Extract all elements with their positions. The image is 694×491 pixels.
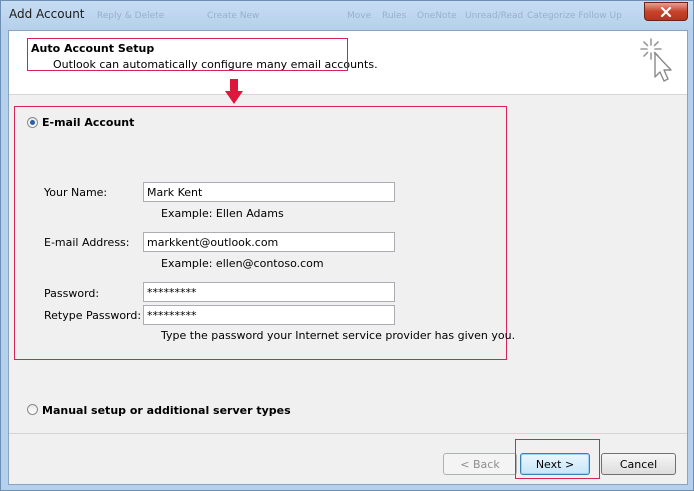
add-account-window: Reply & Delete Create New Move Rules One… (0, 0, 694, 491)
background-ribbon: Reply & Delete Create New Move Rules One… (97, 3, 657, 27)
next-button-highlight-box (515, 439, 600, 479)
your-name-input[interactable] (143, 182, 395, 202)
manual-setup-radio[interactable] (27, 404, 38, 415)
email-account-label[interactable]: E-mail Account (42, 116, 134, 129)
header-highlight-box (27, 38, 348, 71)
ribbon-move: Move (347, 11, 372, 21)
ribbon-categorize: Categorize Follow Up (527, 11, 622, 21)
cursor-sparkle-icon (640, 38, 672, 82)
ribbon-unread-read: Unread/Read (465, 11, 524, 21)
close-button[interactable] (644, 2, 688, 21)
dialog-body: Auto Account Setup Outlook can automatic… (8, 30, 688, 485)
title-bar[interactable]: Reply & Delete Create New Move Rules One… (1, 1, 693, 31)
ribbon-create-new: Create New (207, 11, 260, 21)
ribbon-rules: Rules (382, 11, 407, 21)
ribbon-reply-delete: Reply & Delete (97, 11, 165, 21)
password-hint: Type the password your Internet service … (161, 329, 516, 342)
password-input[interactable] (143, 282, 395, 302)
radio-selected-dot (30, 120, 35, 125)
close-icon (660, 6, 672, 17)
arrow-down-icon (225, 79, 243, 104)
retype-password-label: Retype Password: (44, 309, 142, 322)
email-account-radio[interactable] (27, 117, 38, 128)
email-address-label: E-mail Address: (44, 236, 130, 249)
your-name-label: Your Name: (44, 186, 108, 199)
retype-password-input[interactable] (143, 305, 395, 325)
your-name-example: Example: Ellen Adams (161, 207, 284, 220)
email-address-example: Example: ellen@contoso.com (161, 257, 324, 270)
password-label: Password: (44, 287, 100, 300)
cancel-button[interactable]: Cancel (601, 453, 676, 475)
header-panel: Auto Account Setup Outlook can automatic… (9, 31, 687, 95)
footer-divider (9, 433, 687, 434)
window-title: Add Account (9, 7, 85, 21)
email-address-input[interactable] (143, 232, 395, 252)
manual-setup-label[interactable]: Manual setup or additional server types (42, 404, 291, 417)
ribbon-onenote: OneNote (417, 11, 457, 21)
back-button[interactable]: < Back (443, 453, 517, 475)
